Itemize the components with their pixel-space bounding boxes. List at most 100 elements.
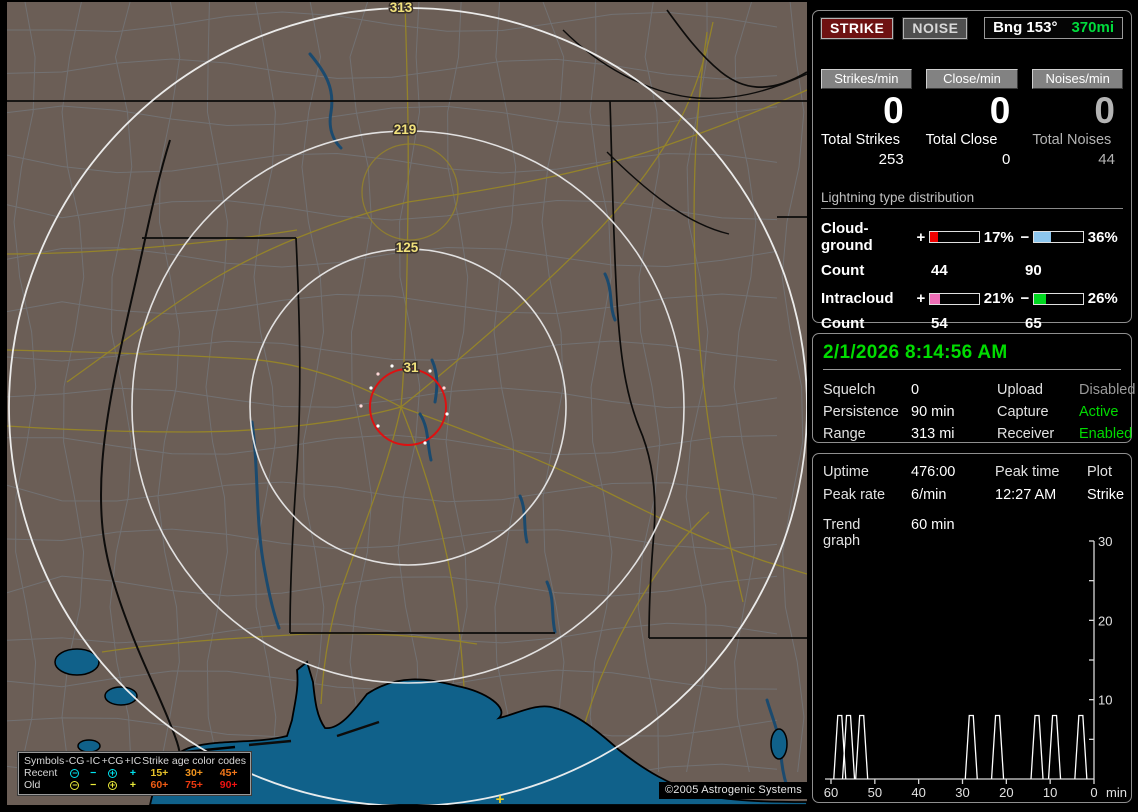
svg-text:30: 30	[955, 785, 969, 799]
app-window: 313 219 125 31 + Symbols -CG -IC +CG +IC…	[0, 0, 1138, 812]
close-column: Close/min 0 Total Close 0	[925, 69, 1019, 168]
age-75: 75+	[185, 779, 203, 791]
range-label: Range	[823, 426, 866, 442]
pos-ic-recent-icon: +	[129, 767, 136, 779]
noise-toggle-button[interactable]: NOISE	[903, 17, 968, 39]
capture-label: Capture	[997, 404, 1049, 420]
intracloud-label: Intracloud	[821, 290, 894, 307]
legend-old-label: Old	[24, 779, 41, 791]
age-90: 90+	[219, 779, 238, 791]
range-value: 313 mi	[911, 426, 955, 442]
cloud-ground-count-row: Count 44 90	[821, 262, 1123, 279]
plot-label: Plot	[1087, 464, 1112, 480]
copyright-label: ©2005 Astrogenic Systems	[658, 782, 807, 799]
svg-text:0: 0	[1090, 785, 1097, 799]
persistence-value: 90 min	[911, 404, 955, 420]
total-noises-label: Total Noises	[1032, 132, 1112, 148]
cg-negative-pct: 36%	[1087, 228, 1118, 246]
strikes-per-min-value: 0	[883, 90, 904, 131]
svg-text:50: 50	[868, 785, 882, 799]
age-15: 15+	[150, 767, 169, 779]
peak-rate-label: Peak rate	[823, 487, 886, 503]
legend-col-neg-ic: -IC	[86, 755, 101, 767]
neg-ic-recent-icon: −	[90, 767, 97, 779]
total-close-label: Total Close	[925, 132, 998, 148]
plus-sign: +	[916, 290, 926, 307]
neg-ic-old-icon: −	[90, 779, 97, 791]
uptime-value: 476:00	[911, 464, 956, 480]
strike-counter-panel: STRIKE NOISE Bng 153° 370mi Strikes/min 0…	[812, 10, 1132, 332]
neg-cg-old-icon: −	[70, 779, 80, 790]
ic-positive-bar	[928, 292, 980, 305]
cg-positive-bar	[928, 231, 980, 243]
noises-per-min-button: Noises/min	[1032, 69, 1123, 89]
trend-panel: Uptime 476:00 Peak time Plot Peak rate 6…	[812, 453, 1132, 803]
intracloud-row: Intracloud + 21% − 26%	[821, 290, 1123, 307]
svg-text:60: 60	[824, 785, 838, 799]
ic-negative-count: 65	[1025, 315, 1042, 332]
ic-negative-bar	[1032, 292, 1084, 305]
age-60: 60+	[150, 779, 169, 791]
age-30: 30+	[185, 767, 203, 779]
bearing-value: Bng 153°	[993, 19, 1058, 36]
uptime-label: Uptime	[823, 464, 869, 480]
peak-rate-value: 6/min	[911, 487, 947, 503]
ic-count-label: Count	[821, 315, 865, 332]
pos-cg-recent-icon: +	[108, 767, 118, 778]
datetime-display: 2/1/2026 8:14:56 AM	[823, 342, 1121, 370]
old-strike-plus-marker: +	[496, 791, 505, 805]
map-view[interactable]: 313 219 125 31 + Symbols -CG -IC +CG +IC…	[7, 2, 807, 805]
pos-ic-old-icon: +	[129, 779, 136, 791]
total-noises-value: 44	[1098, 151, 1115, 168]
distribution-title: Lightning type distribution	[821, 190, 1123, 209]
bearing-range-display: Bng 153° 370mi	[984, 17, 1123, 39]
svg-text:30: 30	[1098, 534, 1112, 549]
cg-positive-count: 44	[931, 262, 948, 279]
ring-label-313: 313	[390, 2, 413, 15]
map-legend: Symbols -CG -IC +CG +IC Strike age color…	[17, 751, 252, 796]
cloud-ground-label: Cloud-ground	[821, 220, 873, 254]
cg-positive-pct: 17%	[983, 228, 1014, 246]
svg-text:10: 10	[1043, 785, 1057, 799]
close-per-min-button: Close/min	[925, 69, 1019, 89]
map-canvas: 313 219 125 31 +	[7, 2, 807, 805]
plus-sign: +	[916, 228, 926, 246]
svg-text:40: 40	[911, 785, 925, 799]
age-45: 45+	[219, 767, 238, 779]
svg-text:20: 20	[999, 785, 1013, 799]
ring-label-125: 125	[396, 240, 419, 255]
status-panel: 2/1/2026 8:14:56 AM Squelch 0 Upload Dis…	[812, 333, 1136, 443]
receiver-status: Enabled	[1079, 426, 1133, 442]
ring-label-31: 31	[403, 360, 419, 375]
legend-col-pos-cg: +CG	[101, 755, 124, 767]
noises-column: Noises/min 0 Total Noises 44	[1032, 69, 1123, 168]
persistence-label: Persistence	[823, 404, 899, 420]
strike-toggle-button[interactable]: STRIKE	[821, 17, 894, 39]
receiver-label: Receiver	[997, 426, 1055, 442]
ring-label-219: 219	[394, 122, 417, 137]
squelch-label: Squelch	[823, 382, 876, 398]
total-strikes-value: 253	[878, 151, 904, 168]
noises-per-min-value: 0	[1094, 90, 1115, 131]
legend-col-neg-cg: -CG	[65, 755, 85, 767]
plot-mode-value: Strike	[1087, 487, 1125, 503]
strikes-per-min-button: Strikes/min	[821, 69, 912, 89]
pos-cg-old-icon: +	[108, 779, 118, 790]
svg-text:20: 20	[1098, 613, 1112, 628]
legend-symbols-header: Symbols	[24, 755, 65, 767]
peak-time-label: Peak time	[995, 464, 1060, 480]
minus-sign: −	[1020, 228, 1030, 246]
ic-positive-pct: 21%	[983, 290, 1014, 307]
svg-text:min: min	[1106, 785, 1127, 799]
squelch-value: 0	[911, 382, 920, 398]
legend-col-pos-ic: +IC	[124, 755, 142, 767]
total-close-value: 0	[1001, 151, 1011, 168]
legend-age-header: Strike age color codes	[142, 755, 246, 767]
legend-recent-label: Recent	[24, 767, 58, 779]
intracloud-count-row: Count 54 65	[821, 315, 1123, 332]
svg-text:10: 10	[1098, 693, 1112, 708]
minus-sign: −	[1020, 290, 1030, 307]
upload-status: Disabled	[1079, 382, 1136, 398]
cg-negative-count: 90	[1025, 262, 1042, 279]
upload-label: Upload	[997, 382, 1043, 398]
